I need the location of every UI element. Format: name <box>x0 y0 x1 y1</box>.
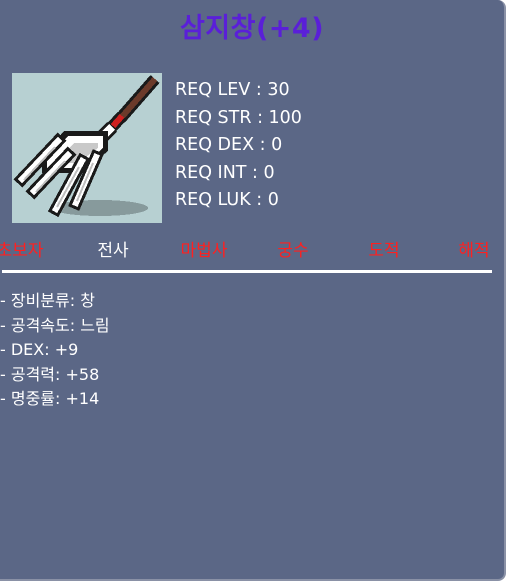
job-magician: 마법사 <box>180 241 228 261</box>
req-dex: REQ DEX : 0 <box>175 135 283 155</box>
req-luk: REQ LUK : 0 <box>175 190 279 210</box>
item-name: 삼지창(+4) <box>179 13 325 44</box>
requirements-list: REQ LEV : 30 REQ STR : 100 REQ DEX : 0 R… <box>175 77 302 215</box>
stat-accuracy: - 명중률: +14 <box>0 389 100 408</box>
job-pirate: 해적 <box>458 241 490 261</box>
stat-attack: - 공격력: +58 <box>0 364 100 384</box>
req-str: REQ STR : 100 <box>175 107 302 128</box>
trident-icon <box>13 75 160 218</box>
req-level: REQ LEV : 30 <box>175 80 290 100</box>
stat-category: - 장비분류: 창 <box>0 291 95 310</box>
item-icon-frame <box>12 73 162 223</box>
req-int: REQ INT : 0 <box>175 162 275 183</box>
stat-attack-speed: - 공격속도: 느림 <box>0 315 110 335</box>
job-list: 초보자 전사 마법사 궁수 도적 해적 <box>0 238 504 264</box>
item-tooltip: 삼지창(+4) REQ LEV: 30 REQ STR: 100 REQ D… <box>0 0 506 581</box>
job-thief: 도적 <box>368 241 400 261</box>
item-stats: - 장비분류: 창 - 공격속도: 느림 - DEX: +9 - 공격력: +5… <box>0 289 110 412</box>
job-bowman: 궁수 <box>277 241 309 261</box>
job-warrior: 전사 <box>97 241 129 261</box>
divider <box>2 270 492 273</box>
job-beginner: 초보자 <box>0 241 44 261</box>
stat-dex: - DEX: +9 <box>0 340 79 359</box>
